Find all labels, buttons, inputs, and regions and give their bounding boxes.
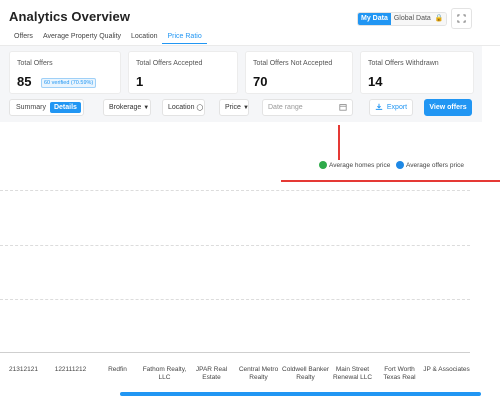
x-tick-label: Fort Worth Texas Real (383, 366, 416, 381)
tab-location[interactable]: Location (126, 30, 162, 44)
stat-value: 85 (17, 74, 32, 89)
legend-swatch (396, 161, 404, 169)
x-tick-label: Central Metro Realty (238, 366, 279, 381)
chevron-down-icon: ▼ (143, 104, 150, 111)
chart-scrollbar-thumb[interactable] (120, 392, 481, 396)
stats-panel: Total Offers 85 60 verified (70.59%) Tot… (0, 46, 482, 122)
x-tick-label: Main Street Renewal LLC (332, 366, 373, 381)
grid-line (0, 190, 470, 191)
legend-label: Average homes price (329, 161, 391, 169)
stat-card-total-offers: Total Offers 85 60 verified (70.59%) (9, 51, 121, 94)
legend-item-offers[interactable]: Average offers price (396, 161, 464, 169)
page-title: Analytics Overview (9, 9, 131, 24)
stat-value: 1 (136, 74, 144, 89)
data-scope-toggle: My Data Global Data 🔒 (357, 12, 448, 26)
stat-card-offers-accepted: Total Offers Accepted 1 (128, 51, 238, 94)
download-icon (375, 103, 383, 113)
filter-controls: Summary Details Brokerage ▼ Location ◯ P… (0, 99, 482, 116)
details-button[interactable]: Details (49, 102, 81, 113)
grid-line (0, 299, 470, 300)
stat-value: 70 (253, 74, 268, 89)
location-filter[interactable]: Location ◯ (162, 99, 205, 116)
x-tick-label: 122111212 (54, 366, 87, 373)
expand-icon[interactable] (451, 8, 472, 29)
brokerage-dropdown[interactable]: Brokerage ▼ (103, 99, 151, 116)
x-tick-label: Fathom Realty, LLC (142, 366, 187, 381)
view-mode-toggle: Summary Details (9, 99, 84, 116)
fullscreen-icon (457, 14, 466, 23)
stat-label: Total Offers Withdrawn (368, 60, 439, 67)
legend-swatch (319, 161, 327, 169)
brokerage-label: Brokerage (109, 104, 142, 111)
x-tick-label: JP & Associates (423, 366, 470, 373)
view-offers-button[interactable]: View offers (424, 99, 472, 116)
chevron-down-icon: ▼ (242, 104, 249, 111)
price-label: Price (225, 104, 241, 111)
global-data-label: Global Data (393, 15, 431, 22)
date-range-input[interactable]: Date range (262, 99, 353, 116)
grid-line (0, 245, 470, 246)
annotation-line-vertical (338, 125, 340, 160)
legend-item-homes[interactable]: Average homes price (319, 161, 390, 169)
my-data-button[interactable]: My Data (358, 13, 391, 25)
export-button[interactable]: Export (369, 99, 413, 116)
stat-label: Total Offers (17, 60, 53, 67)
annotation-line-horizontal (281, 180, 500, 182)
location-pin-icon: ◯ (196, 105, 204, 111)
stat-value: 14 (368, 74, 383, 89)
price-dropdown[interactable]: Price ▼ (219, 99, 249, 116)
x-tick-label: JPAR Real Estate (195, 366, 228, 381)
x-axis-line (0, 352, 470, 353)
lock-icon: 🔒 (434, 15, 444, 22)
stat-card-offers-not-accepted: Total Offers Not Accepted 70 (245, 51, 353, 94)
stat-label: Total Offers Accepted (136, 60, 203, 67)
summary-button[interactable]: Summary (12, 102, 50, 113)
header: Analytics Overview My Data Global Data 🔒… (0, 0, 500, 46)
legend-label: Average offers price (406, 161, 464, 169)
global-data-button[interactable]: Global Data 🔒 (390, 13, 447, 25)
stat-card-offers-withdrawn: Total Offers Withdrawn 14 (360, 51, 474, 94)
x-tick-label: Redfin (108, 366, 127, 373)
location-label: Location (168, 104, 195, 111)
verified-badge: 60 verified (70.59%) (41, 78, 97, 88)
export-label: Export (386, 104, 408, 111)
calendar-icon (339, 103, 347, 113)
x-tick-label: 21312121 (9, 366, 38, 373)
tab-offers[interactable]: Offers (9, 30, 38, 44)
date-range-placeholder: Date range (268, 104, 303, 111)
stat-label: Total Offers Not Accepted (253, 60, 333, 67)
x-tick-label: Coldwell Banker Realty (282, 366, 329, 381)
tab-bar: Offers Average Property Quality Location… (9, 30, 207, 44)
tab-average-property-quality[interactable]: Average Property Quality (38, 30, 126, 44)
tab-price-ratio[interactable]: Price Ratio (162, 30, 207, 44)
